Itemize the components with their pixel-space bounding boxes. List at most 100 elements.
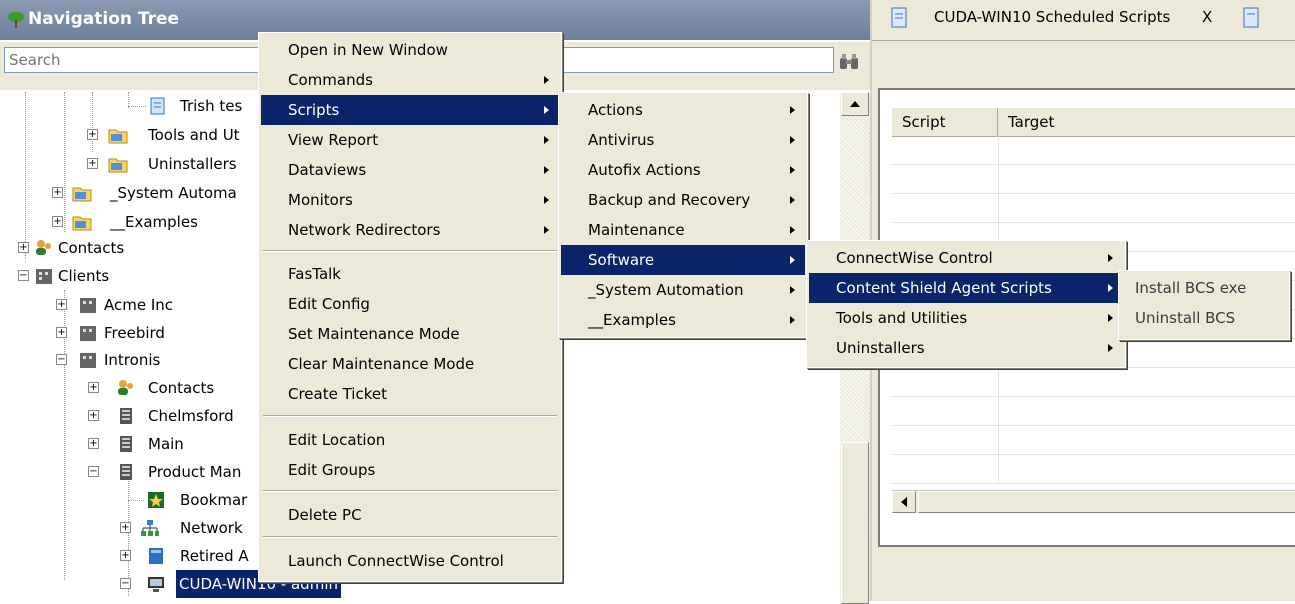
tree-item-freebird[interactable]: + Freebird: [0, 319, 270, 347]
expand-icon[interactable]: +: [88, 438, 99, 449]
menu-item-view-report[interactable]: View Report: [261, 125, 559, 155]
tree-item-product[interactable]: − Product Man: [0, 458, 270, 486]
collapse-icon[interactable]: −: [120, 578, 131, 589]
collapse-icon[interactable]: −: [18, 270, 29, 281]
scroll-thumb[interactable]: [841, 442, 869, 604]
menu-item-edit-config[interactable]: Edit Config: [261, 289, 559, 319]
tree-item-acme[interactable]: + Acme Inc: [0, 291, 270, 319]
expand-icon[interactable]: +: [87, 129, 98, 140]
menu-item-uninstall-bcs[interactable]: Uninstall BCS: [1121, 303, 1287, 333]
expand-icon[interactable]: +: [56, 299, 67, 310]
menu-item-system-automation[interactable]: _System Automation: [561, 275, 805, 305]
expand-icon[interactable]: +: [120, 550, 131, 561]
tree-label: Clients: [58, 267, 110, 285]
menu-item-content-shield-agent-scripts[interactable]: Content Shield Agent Scripts: [809, 273, 1123, 303]
tree-item-chelmsford[interactable]: + Chelmsford: [0, 402, 270, 430]
menu-item-network-redirectors[interactable]: Network Redirectors: [261, 215, 559, 245]
tree-item-tools[interactable]: + Tools and Ut: [0, 121, 270, 149]
submenu-arrow-icon: [790, 106, 795, 114]
tree-item-trish[interactable]: Trish tes: [0, 92, 270, 120]
menu-separator: [263, 490, 557, 492]
menu-item-label: Uninstall BCS: [1135, 309, 1236, 327]
tree-item-intronis-contacts[interactable]: + Contacts: [0, 374, 270, 402]
tree-item-system-automation[interactable]: + _System Automa: [0, 179, 270, 207]
menu-item-antivirus[interactable]: Antivirus: [561, 125, 805, 155]
menu-item-label: Edit Groups: [288, 461, 376, 479]
tree-label: Acme Inc: [104, 296, 174, 314]
location-icon: [120, 464, 132, 480]
scroll-thumb[interactable]: [918, 491, 1295, 513]
tree-item-clients[interactable]: − Clients: [0, 262, 270, 290]
binoculars-icon[interactable]: [838, 50, 860, 72]
menu-item-monitors[interactable]: Monitors: [261, 185, 559, 215]
tab-close-button[interactable]: X: [1202, 8, 1212, 26]
menu-item-tools-utilities[interactable]: Tools and Utilities: [809, 303, 1123, 333]
menu-item-open-new-window[interactable]: Open in New Window: [261, 35, 559, 65]
document-icon[interactable]: [1242, 6, 1262, 30]
tree-label: Main: [148, 435, 184, 453]
menu-item-dataviews[interactable]: Dataviews: [261, 155, 559, 185]
tree-label: Retired A: [180, 547, 249, 565]
menu-item-launch-connectwise-control[interactable]: Launch ConnectWise Control: [261, 546, 559, 576]
scroll-left-button[interactable]: [892, 491, 916, 513]
tree-label: Trish tes: [180, 97, 243, 115]
collapse-icon[interactable]: −: [88, 466, 99, 477]
menu-item-label: Tools and Utilities: [836, 309, 968, 327]
menu-item-edit-location[interactable]: Edit Location: [261, 425, 559, 455]
column-header-target[interactable]: Target: [998, 108, 1295, 136]
expand-icon[interactable]: +: [18, 242, 29, 253]
tree-item-bookmark[interactable]: Bookmar: [0, 486, 270, 514]
menu-item-examples[interactable]: __Examples: [561, 305, 805, 335]
expand-icon[interactable]: +: [56, 327, 67, 338]
tree-label: Network: [180, 519, 243, 537]
tree-item-contacts[interactable]: + Contacts: [0, 234, 270, 262]
menu-item-actions[interactable]: Actions: [561, 95, 805, 125]
menu-item-software[interactable]: Software: [561, 245, 805, 275]
menu-item-delete-pc[interactable]: Delete PC: [261, 500, 559, 530]
menu-item-clear-maintenance-mode[interactable]: Clear Maintenance Mode: [261, 349, 559, 379]
context-menu-software: ConnectWise Control Content Shield Agent…: [806, 240, 1126, 368]
tree-item-intronis[interactable]: − Intronis: [0, 346, 270, 374]
tree-label: Product Man: [148, 463, 242, 481]
menu-separator: [263, 415, 557, 417]
scroll-up-button[interactable]: [841, 92, 869, 116]
tab-scheduled-scripts[interactable]: CUDA-WIN10 Scheduled Scripts: [934, 8, 1170, 26]
table-row: [892, 165, 1295, 194]
menu-item-uninstallers[interactable]: Uninstallers: [809, 333, 1123, 363]
folder-icon: [72, 216, 92, 231]
expand-icon[interactable]: +: [87, 158, 98, 169]
tree-item-network[interactable]: + Network: [0, 514, 270, 542]
menu-item-scripts[interactable]: Scripts: [261, 95, 559, 125]
contacts-icon: [118, 380, 133, 395]
menu-item-backup-recovery[interactable]: Backup and Recovery: [561, 185, 805, 215]
bookmark-icon: [148, 492, 164, 508]
collapse-icon[interactable]: −: [56, 354, 67, 365]
table-row: [892, 426, 1295, 455]
expand-icon[interactable]: +: [120, 522, 131, 533]
menu-item-fastalk[interactable]: FasTalk: [261, 259, 559, 289]
expand-icon[interactable]: +: [52, 187, 63, 198]
tree-item-examples[interactable]: + __Examples: [0, 208, 270, 236]
menu-item-set-maintenance-mode[interactable]: Set Maintenance Mode: [261, 319, 559, 349]
menu-item-autofix-actions[interactable]: Autofix Actions: [561, 155, 805, 185]
submenu-arrow-icon: [1108, 284, 1113, 292]
submenu-arrow-icon: [544, 106, 549, 114]
expand-icon[interactable]: +: [52, 216, 63, 227]
menu-item-create-ticket[interactable]: Create Ticket: [261, 379, 559, 409]
expand-icon[interactable]: +: [88, 382, 99, 393]
menu-item-connectwise-control[interactable]: ConnectWise Control: [809, 243, 1123, 273]
folder-icon: [108, 158, 128, 173]
column-header-script[interactable]: Script: [892, 108, 998, 136]
menu-item-install-bcs[interactable]: Install BCS exe: [1121, 273, 1287, 303]
menu-item-edit-groups[interactable]: Edit Groups: [261, 455, 559, 485]
menu-item-label: Network Redirectors: [288, 221, 441, 239]
menu-item-commands[interactable]: Commands: [261, 65, 559, 95]
tree-item-main[interactable]: + Main: [0, 430, 270, 458]
tree-item-retired[interactable]: + Retired A: [0, 542, 270, 570]
building-icon: [80, 298, 96, 313]
expand-icon[interactable]: +: [88, 410, 99, 421]
menu-item-maintenance[interactable]: Maintenance: [561, 215, 805, 245]
grid-horizontal-scrollbar[interactable]: [892, 490, 1295, 513]
menu-item-label: __Examples: [588, 311, 676, 329]
tree-item-uninstallers[interactable]: + Uninstallers: [0, 150, 270, 178]
